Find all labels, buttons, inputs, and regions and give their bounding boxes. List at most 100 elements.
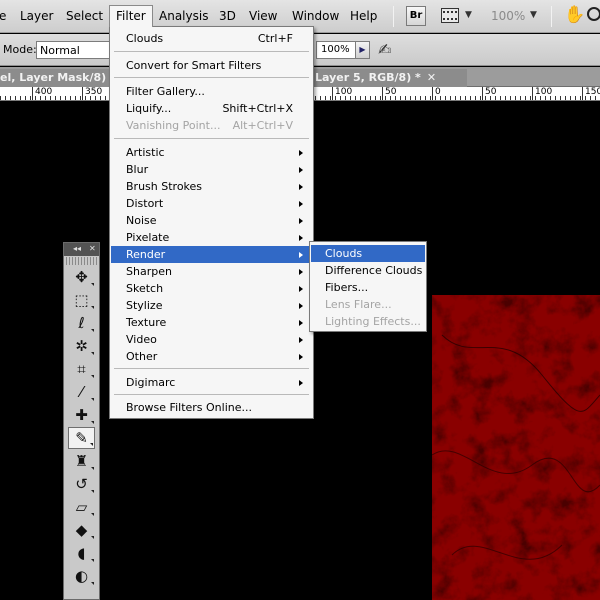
submenu-arrow-icon: [299, 184, 303, 190]
menu-item-shortcut: Shift+Ctrl+X: [222, 102, 293, 115]
menu-item-label: Noise: [126, 214, 157, 227]
chevron-down-icon[interactable]: ▼: [465, 10, 472, 20]
lasso-tool-icon[interactable]: ℓ: [68, 312, 95, 334]
submenu-arrow-icon: [299, 218, 303, 224]
menu-item-brush-strokes[interactable]: Brush Strokes: [111, 178, 312, 195]
menu-item-label: Distort: [126, 197, 164, 210]
submenu-arrow-icon: [299, 380, 303, 386]
healing-brush-tool-icon[interactable]: ✚: [68, 404, 95, 426]
zoom-tool-icon[interactable]: [587, 7, 600, 21]
marquee-tool-icon[interactable]: ⬚: [68, 289, 95, 311]
menu-item-pixelate[interactable]: Pixelate: [111, 229, 312, 246]
menu-3d[interactable]: 3D: [219, 9, 236, 24]
menu-layer[interactable]: Layer: [20, 9, 53, 24]
menu-item-stylize[interactable]: Stylize: [111, 297, 312, 314]
mode-select[interactable]: Normal: [36, 41, 112, 59]
menu-item-convert-smart-filters[interactable]: Convert for Smart Filters: [111, 57, 312, 74]
close-icon[interactable]: ✕: [89, 243, 96, 255]
menu-item-clouds[interactable]: Clouds: [311, 245, 425, 262]
submenu-arrow-icon: [299, 150, 303, 156]
ruler-label: 350: [82, 87, 102, 100]
menu-item-difference-clouds[interactable]: Difference Clouds: [311, 262, 425, 279]
menu-item-label: Sketch: [126, 282, 164, 295]
menu-item-label: Render: [126, 248, 166, 261]
submenu-arrow-icon: [299, 320, 303, 326]
eraser-tool-icon[interactable]: ▱: [68, 496, 95, 518]
submenu-arrow-icon: [299, 286, 303, 292]
airbrush-icon[interactable]: ✍: [378, 40, 391, 59]
menu-analysis[interactable]: Analysis: [159, 9, 208, 24]
menu-item-video[interactable]: Video: [111, 331, 312, 348]
menu-edit[interactable]: e: [0, 9, 6, 24]
blur-tool-icon[interactable]: ◖: [68, 542, 95, 564]
collapse-icon[interactable]: ◂◂: [73, 243, 81, 255]
menu-filter[interactable]: Filter: [109, 5, 153, 27]
submenu-arrow-icon: [299, 235, 303, 241]
bridge-button[interactable]: Br: [406, 6, 426, 26]
menu-item-label: Brush Strokes: [126, 180, 203, 193]
submenu-arrow-icon: [299, 354, 303, 360]
menu-item-label: Stylize: [126, 299, 163, 312]
menu-help[interactable]: Help: [350, 9, 377, 24]
flow-slider-arrow-icon[interactable]: ▶: [355, 41, 370, 59]
menu-item-label: Blur: [126, 163, 149, 176]
menu-item-label: Difference Clouds: [325, 264, 423, 277]
crop-tool-icon[interactable]: ⌗: [68, 358, 95, 380]
hand-tool-icon[interactable]: ✋: [564, 6, 585, 24]
document-tab-layer-mask[interactable]: el, Layer Mask/8) *✕: [0, 69, 131, 87]
close-icon[interactable]: ✕: [427, 71, 436, 84]
menu-item-sharpen[interactable]: Sharpen: [111, 263, 312, 280]
menu-item-digimarc[interactable]: Digimarc: [111, 374, 312, 391]
menu-item-label: Clouds: [126, 32, 164, 45]
menu-item-clouds-last-filter[interactable]: Clouds Ctrl+F: [111, 30, 312, 47]
menu-view[interactable]: View: [249, 9, 277, 24]
menu-item-fibers[interactable]: Fibers...: [311, 279, 425, 296]
ruler-label: 100: [332, 87, 352, 100]
menu-separator: [551, 6, 552, 27]
filter-menu: Clouds Ctrl+F Convert for Smart Filters …: [109, 26, 314, 419]
ruler-label: 50: [382, 87, 396, 100]
paint-bucket-tool-icon[interactable]: ◆: [68, 519, 95, 541]
clone-stamp-tool-icon[interactable]: ♜: [68, 450, 95, 472]
magic-wand-tool-icon[interactable]: ✲: [68, 335, 95, 357]
menu-separator: [114, 368, 309, 369]
menu-item-browse-filters-online[interactable]: Browse Filters Online...: [111, 399, 312, 416]
eyedropper-tool-icon[interactable]: ⁄: [68, 381, 95, 403]
dodge-tool-icon[interactable]: ◐: [68, 565, 95, 587]
menu-item-artistic[interactable]: Artistic: [111, 144, 312, 161]
menu-item-label: Other: [126, 350, 158, 363]
menu-item-label: Lens Flare...: [325, 298, 392, 311]
submenu-arrow-icon: [299, 167, 303, 173]
menu-item-noise[interactable]: Noise: [111, 212, 312, 229]
menu-item-label: Fibers...: [325, 281, 369, 294]
ruler-label: 150: [582, 87, 600, 100]
menu-select[interactable]: Select: [66, 9, 103, 24]
menu-item-lens-flare: Lens Flare...: [311, 296, 425, 313]
flow-input[interactable]: 100%: [316, 41, 356, 59]
brush-tool-icon[interactable]: ✎: [68, 427, 95, 449]
chevron-down-icon[interactable]: ▼: [530, 10, 537, 20]
menu-item-render[interactable]: Render: [111, 246, 312, 263]
submenu-arrow-icon: [299, 303, 303, 309]
tab-label: Layer 5, RGB/8) *: [315, 71, 421, 84]
menu-item-texture[interactable]: Texture: [111, 314, 312, 331]
screen-mode-icon[interactable]: [441, 8, 459, 23]
panel-grip[interactable]: [66, 257, 97, 265]
menu-item-lighting-effects: Lighting Effects...: [311, 313, 425, 330]
menu-separator: [114, 77, 309, 78]
menu-item-blur[interactable]: Blur: [111, 161, 312, 178]
menu-item-sketch[interactable]: Sketch: [111, 280, 312, 297]
menu-item-other[interactable]: Other: [111, 348, 312, 365]
zoom-level[interactable]: 100%: [491, 9, 525, 23]
menu-item-filter-gallery[interactable]: Filter Gallery...: [111, 83, 312, 100]
menu-item-label: Texture: [126, 316, 167, 329]
menu-window[interactable]: Window: [292, 9, 339, 24]
submenu-arrow-icon: [299, 337, 303, 343]
tools-panel-header[interactable]: ◂◂ ✕: [64, 243, 99, 256]
menu-item-liquify[interactable]: Liquify... Shift+Ctrl+X: [111, 100, 312, 117]
submenu-arrow-icon: [299, 269, 303, 275]
document-tab-layer-5[interactable]: Layer 5, RGB/8) * ✕: [307, 69, 467, 87]
move-tool-icon[interactable]: ✥: [68, 266, 95, 288]
menu-item-distort[interactable]: Distort: [111, 195, 312, 212]
history-brush-tool-icon[interactable]: ↺: [68, 473, 95, 495]
